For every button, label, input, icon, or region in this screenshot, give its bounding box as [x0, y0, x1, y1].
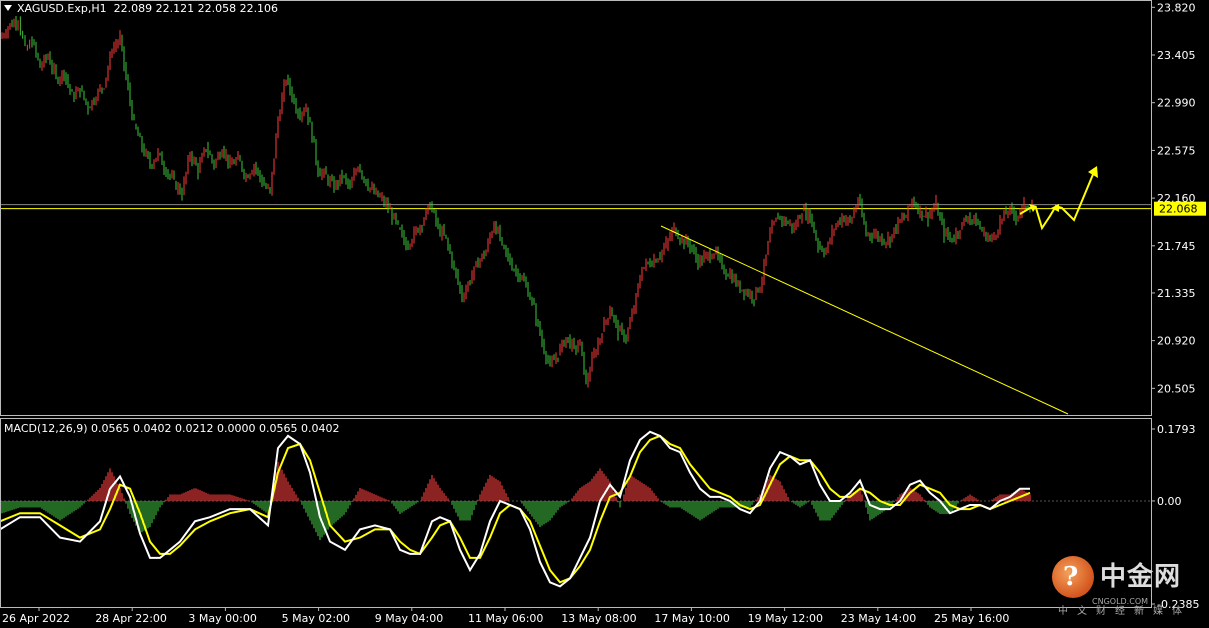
- collapse-triangle-icon[interactable]: [4, 5, 12, 11]
- x-tick-label: 13 May 08:00: [561, 612, 636, 625]
- ohlc-values: 22.089 22.121 22.058 22.106: [113, 2, 279, 15]
- x-tick-label: 3 May 00:00: [188, 612, 256, 625]
- logo-name: 中金网: [1100, 562, 1182, 592]
- y-tick-label: 22.990: [1157, 97, 1196, 110]
- symbol-header: XAGUSD.Exp,H1 22.089 22.121 22.058 22.10…: [4, 2, 278, 15]
- x-tick-label: 26 Apr 2022: [2, 612, 70, 625]
- y-tick-label: 20.505: [1157, 382, 1196, 395]
- symbol-name: XAGUSD.Exp,H1: [17, 2, 107, 15]
- logo-tagline: 中文财经新媒体: [1058, 606, 1191, 617]
- x-tick-label: 11 May 06:00: [468, 612, 543, 625]
- macd-frame: [0, 418, 1152, 608]
- y-tick-label: 21.335: [1157, 287, 1196, 300]
- y-tick-label: 23.405: [1157, 49, 1196, 62]
- y-tick-label: 23.820: [1157, 1, 1196, 14]
- x-tick-label: 5 May 02:00: [282, 612, 350, 625]
- projection-path: [1019, 171, 1095, 231]
- current-price-label: 22.068: [1159, 203, 1198, 216]
- price-panel[interactable]: [0, 15, 1151, 388]
- x-tick-label: 19 May 12:00: [748, 612, 823, 625]
- macd-panel[interactable]: [0, 430, 1151, 588]
- y-tick-label: 21.745: [1157, 240, 1196, 253]
- macd-tick-label: 0.00: [1157, 495, 1182, 508]
- x-tick-label: 25 May 16:00: [934, 612, 1009, 625]
- x-tick-label: 9 May 04:00: [375, 612, 443, 625]
- logo-icon: ?: [1052, 556, 1094, 598]
- x-tick-label: 23 May 14:00: [841, 612, 916, 625]
- y-tick-label: 22.575: [1157, 144, 1196, 157]
- downtrend-line: [660, 225, 1069, 415]
- y-tick-label: 20.920: [1157, 335, 1196, 348]
- x-tick-label: 17 May 10:00: [654, 612, 729, 625]
- watermark-logo: ? 中金网 CNGOLD.COM 中文财经新媒体: [1052, 552, 1202, 618]
- axes: 23.82023.40522.99022.57522.16021.74521.3…: [0, 0, 1206, 625]
- x-tick-label: 28 Apr 22:00: [95, 612, 167, 625]
- macd-tick-label: 0.1793: [1157, 423, 1196, 436]
- macd-header: MACD(12,26,9) 0.0565 0.0402 0.0212 0.000…: [4, 422, 340, 435]
- trading-chart[interactable]: 23.82023.40522.99022.57522.16021.74521.3…: [0, 0, 1209, 628]
